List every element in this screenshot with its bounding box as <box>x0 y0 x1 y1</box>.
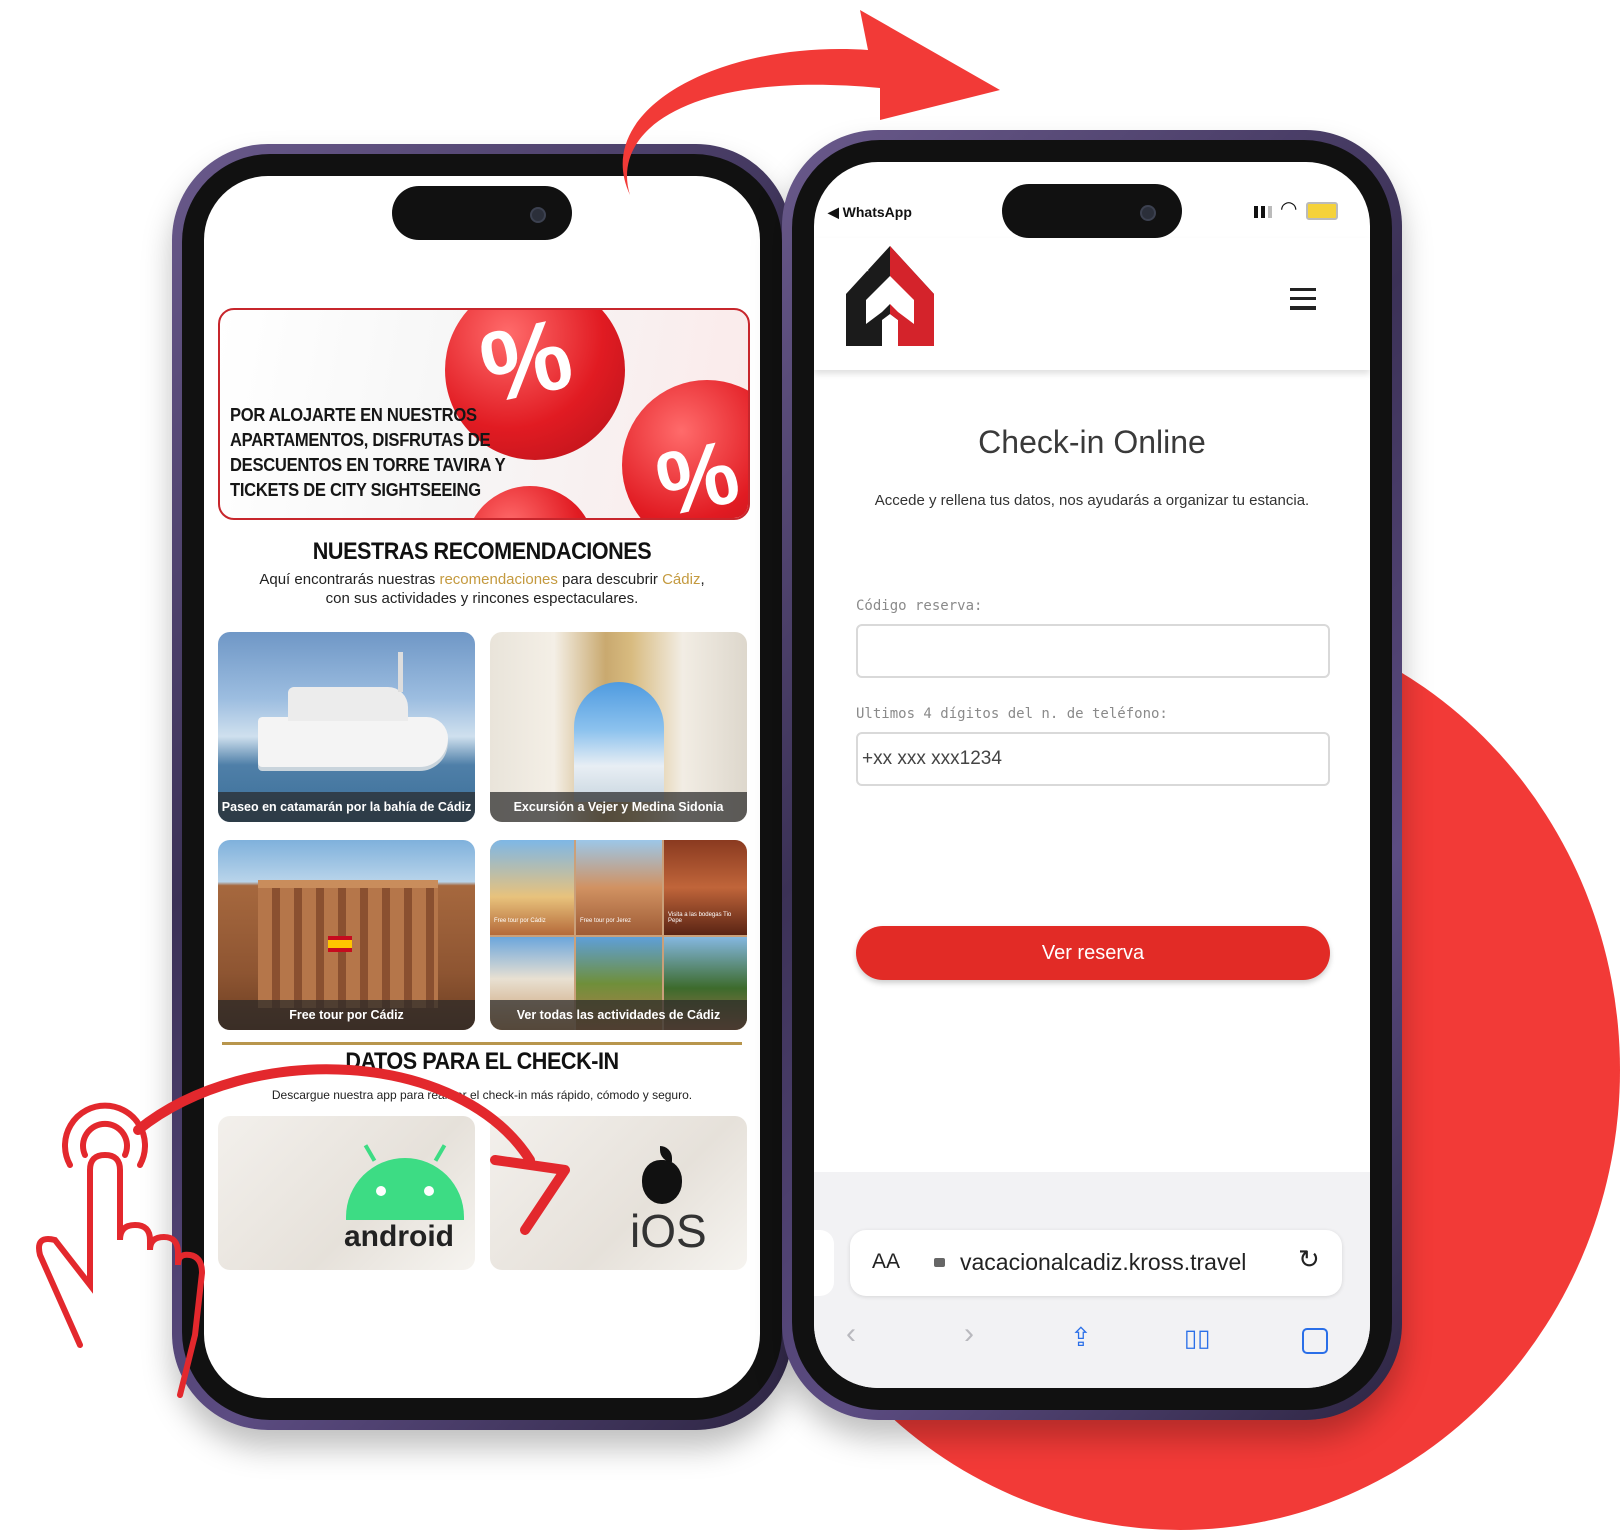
activity-card-catamaran[interactable]: Paseo en catamarán por la bahía de Cádiz <box>218 632 475 822</box>
card-caption: Free tour por Cádiz <box>218 1000 475 1030</box>
house-logo-icon <box>846 246 934 346</box>
cadiz-link[interactable]: Cádiz <box>662 571 700 588</box>
previous-tab-pill[interactable] <box>814 1230 834 1296</box>
recommendations-title: NUESTRAS RECOMENDACIONES <box>312 538 652 565</box>
card-caption: Paseo en catamarán por la bahía de Cádiz <box>218 792 475 822</box>
desc-text: para descubrir <box>557 571 663 588</box>
thumb-label: Free tour por Jerez <box>580 918 632 924</box>
forward-icon[interactable]: › <box>964 1317 974 1351</box>
right-phone: ◀ WhatsApp ◠ Alquiler Vacacional Check-i… <box>782 130 1402 1420</box>
thumb-label: Free tour por Cádiz <box>494 918 546 924</box>
desc-text: con sus actividades y rincones espectacu… <box>325 590 639 607</box>
company-logo[interactable]: Alquiler Vacacional <box>842 242 938 346</box>
tabs-icon[interactable] <box>1302 1328 1328 1354</box>
recommendations-desc: Aquí encontrarás nuestras recomendacione… <box>224 570 740 608</box>
activity-card-all[interactable]: Free tour por Cádiz Free tour por Jerez … <box>490 840 747 1030</box>
desc-text: Aquí encontrarás nuestras <box>259 571 440 588</box>
promo-banner[interactable]: % % POR ALOJARTE EN NUESTROS APARTAMENTO… <box>218 308 750 520</box>
promo-text: POR ALOJARTE EN NUESTROS APARTAMENTOS, D… <box>230 405 506 500</box>
bookmarks-icon[interactable]: ▯▯ <box>1184 1324 1210 1353</box>
boat-image <box>258 717 448 767</box>
lock-icon <box>934 1258 945 1267</box>
section-divider <box>222 1042 742 1045</box>
view-booking-button[interactable]: Ver reserva <box>856 926 1330 980</box>
ios-label: iOS <box>630 1205 707 1257</box>
reload-icon[interactable]: ↻ <box>1298 1244 1320 1275</box>
site-header: Alquiler Vacacional <box>814 238 1370 370</box>
apple-logo-icon <box>642 1160 682 1204</box>
page-description: Accede y rellena tus datos, nos ayudarás… <box>874 492 1310 509</box>
booking-code-label: Código reserva: <box>856 598 983 614</box>
desc-text: , <box>700 571 705 588</box>
signal-icon <box>1254 206 1272 218</box>
right-phone-screen: ◀ WhatsApp ◠ Alquiler Vacacional Check-i… <box>814 162 1370 1388</box>
curved-pointer-arrow-icon <box>133 1064 570 1235</box>
back-icon[interactable]: ‹ <box>846 1317 856 1351</box>
phone-digits-label: Ultimos 4 dígitos del n. de teléfono: <box>856 706 1168 722</box>
recommendations-link[interactable]: recomendaciones <box>439 571 557 588</box>
boat-cabin <box>288 687 408 721</box>
wifi-icon: ◠ <box>1280 198 1298 220</box>
share-icon[interactable]: ⇪ <box>1070 1322 1092 1353</box>
hamburger-icon[interactable] <box>1290 288 1316 310</box>
arch-view-image <box>574 682 664 802</box>
battery-icon <box>1306 202 1338 220</box>
spain-flag-icon <box>328 936 352 952</box>
activity-card-free-tour[interactable]: Free tour por Cádiz <box>218 840 475 1030</box>
dynamic-island <box>392 186 572 240</box>
activity-card-vejer[interactable]: Excursión a Vejer y Medina Sidonia <box>490 632 747 822</box>
transition-arrow-icon <box>622 10 1000 195</box>
page-title: Check-in Online <box>978 424 1206 460</box>
card-caption: Excursión a Vejer y Medina Sidonia <box>490 792 747 822</box>
text-size-button[interactable]: AA <box>872 1250 900 1274</box>
thumb-label: Visita a las bodegas Tio Pepe <box>668 912 732 924</box>
address-bar[interactable]: AA vacacionalcadiz.kross.travel ↻ <box>850 1230 1342 1296</box>
phone-digits-input[interactable] <box>856 732 1330 786</box>
booking-code-input[interactable] <box>856 624 1330 678</box>
card-caption: Ver todas las actividades de Cádiz <box>490 1000 747 1030</box>
url-text: vacacionalcadiz.kross.travel <box>960 1249 1247 1275</box>
boat-mast <box>398 652 403 692</box>
